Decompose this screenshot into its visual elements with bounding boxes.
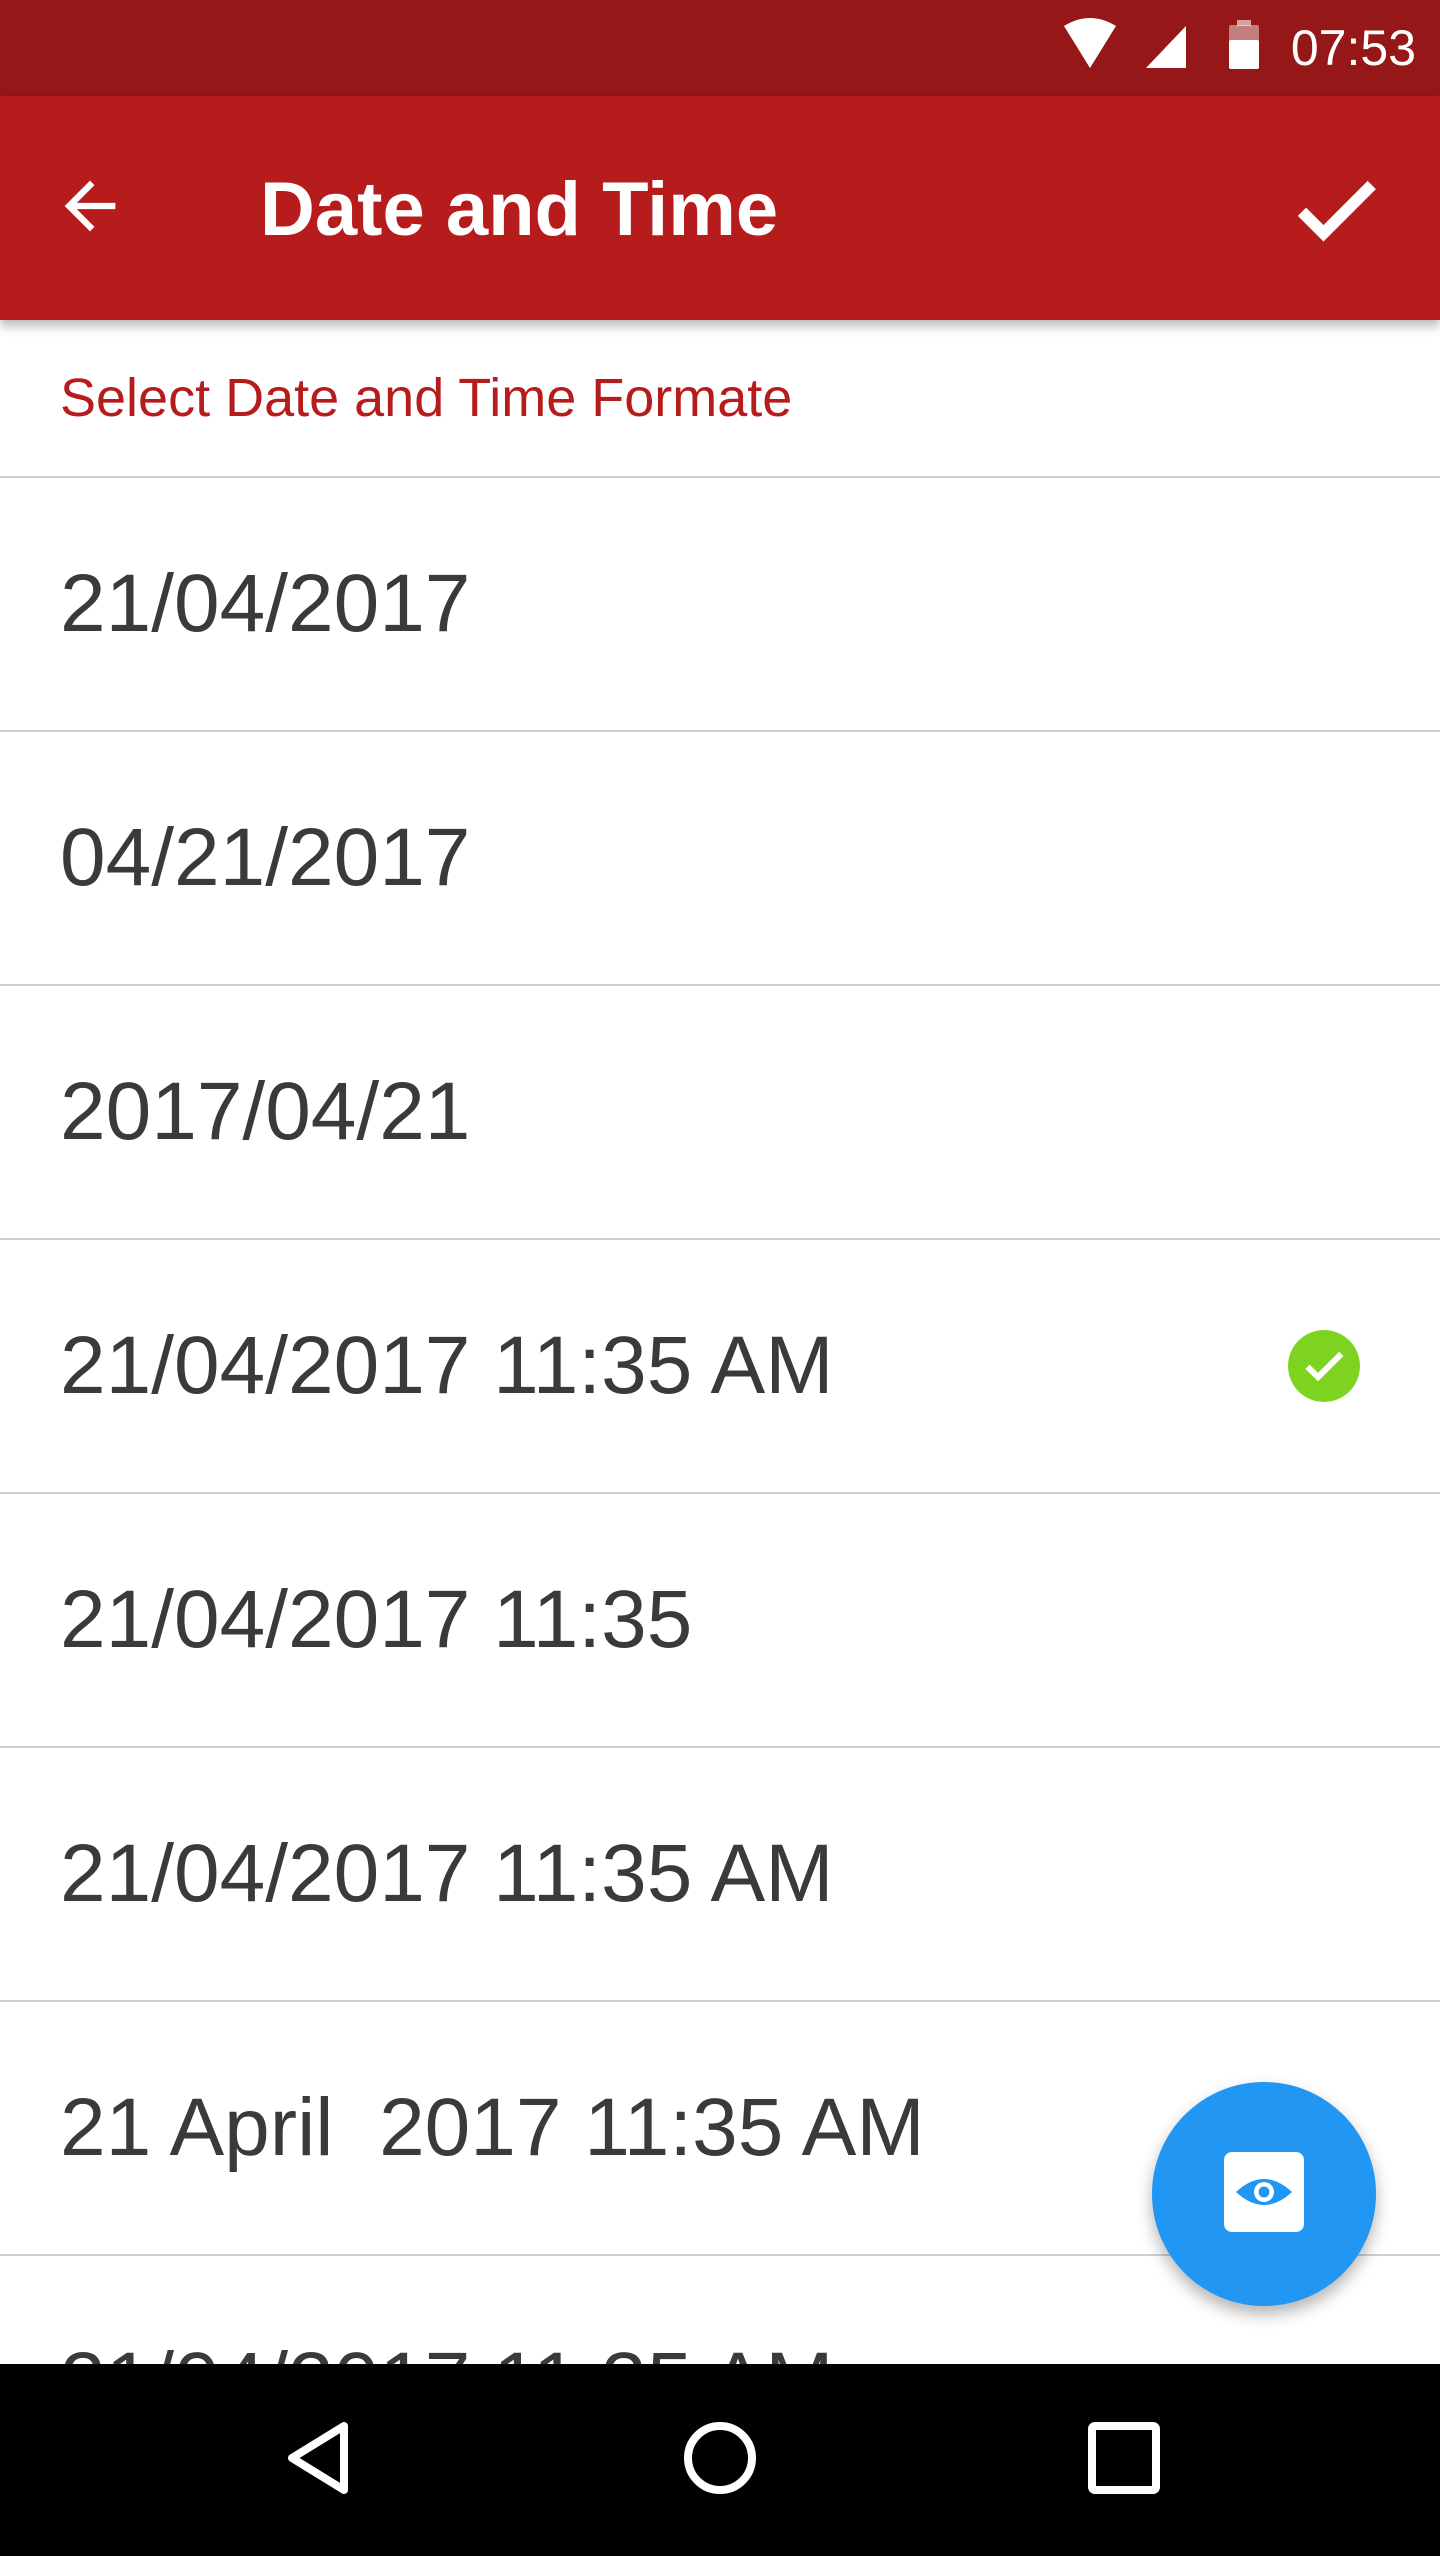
format-item-label: 21/04/2017 11:35 bbox=[60, 1574, 693, 1665]
format-item-label: 21 April 2017 11:35 AM bbox=[60, 2082, 925, 2173]
format-item[interactable]: 21/04/2017 11:35 bbox=[0, 1494, 1440, 1748]
nav-recents-button[interactable] bbox=[1064, 2400, 1184, 2520]
battery-icon bbox=[1226, 18, 1262, 77]
recents-square-icon bbox=[1086, 2420, 1162, 2501]
back-button[interactable] bbox=[40, 158, 140, 258]
format-item-label: 2017/04/21 bbox=[60, 1066, 471, 1157]
back-triangle-icon bbox=[280, 2418, 360, 2503]
home-circle-icon bbox=[680, 2418, 760, 2503]
page-title: Date and Time bbox=[260, 167, 779, 252]
format-item[interactable]: 04/21/2017 bbox=[0, 732, 1440, 986]
format-item[interactable]: 2017/04/21 bbox=[0, 986, 1440, 1240]
format-item-label: 21/04/2017 11:35 AM bbox=[60, 1320, 834, 1411]
format-item[interactable]: 21/04/2017 11:35 AM bbox=[0, 1748, 1440, 2002]
nav-back-button[interactable] bbox=[260, 2400, 380, 2520]
format-item-label: 21/04/2017 11:35 AM bbox=[60, 1828, 834, 1919]
section-header: Select Date and Time Formate bbox=[0, 320, 1440, 478]
status-time: 07:53 bbox=[1290, 20, 1416, 76]
wifi-icon bbox=[1062, 18, 1118, 77]
preview-fab-button[interactable] bbox=[1152, 2082, 1376, 2306]
check-icon bbox=[1286, 160, 1386, 265]
status-bar: 07:53 bbox=[0, 0, 1440, 96]
nav-home-button[interactable] bbox=[660, 2400, 780, 2520]
section-header-label: Select Date and Time Formate bbox=[60, 368, 793, 428]
arrow-left-icon bbox=[52, 168, 128, 249]
format-item-label: 21/04/2017 bbox=[60, 558, 471, 649]
format-list: Select Date and Time Formate 21/04/2017 … bbox=[0, 320, 1440, 2364]
format-item-label: 21/04/2017 11:35 AM bbox=[60, 2335, 834, 2364]
format-item[interactable]: 21/04/2017 bbox=[0, 478, 1440, 732]
eye-icon bbox=[1222, 2150, 1306, 2239]
cell-signal-icon bbox=[1142, 18, 1190, 77]
format-item-label: 04/21/2017 bbox=[60, 812, 471, 903]
app-bar: Date and Time bbox=[0, 96, 1440, 320]
navigation-bar bbox=[0, 2364, 1440, 2556]
confirm-button[interactable] bbox=[1276, 152, 1396, 272]
format-item-selected[interactable]: 21/04/2017 11:35 AM bbox=[0, 1240, 1440, 1494]
screen: 07:53 Date and Time Select Date and Time… bbox=[0, 0, 1440, 2556]
selected-check-icon bbox=[1288, 1330, 1360, 1402]
